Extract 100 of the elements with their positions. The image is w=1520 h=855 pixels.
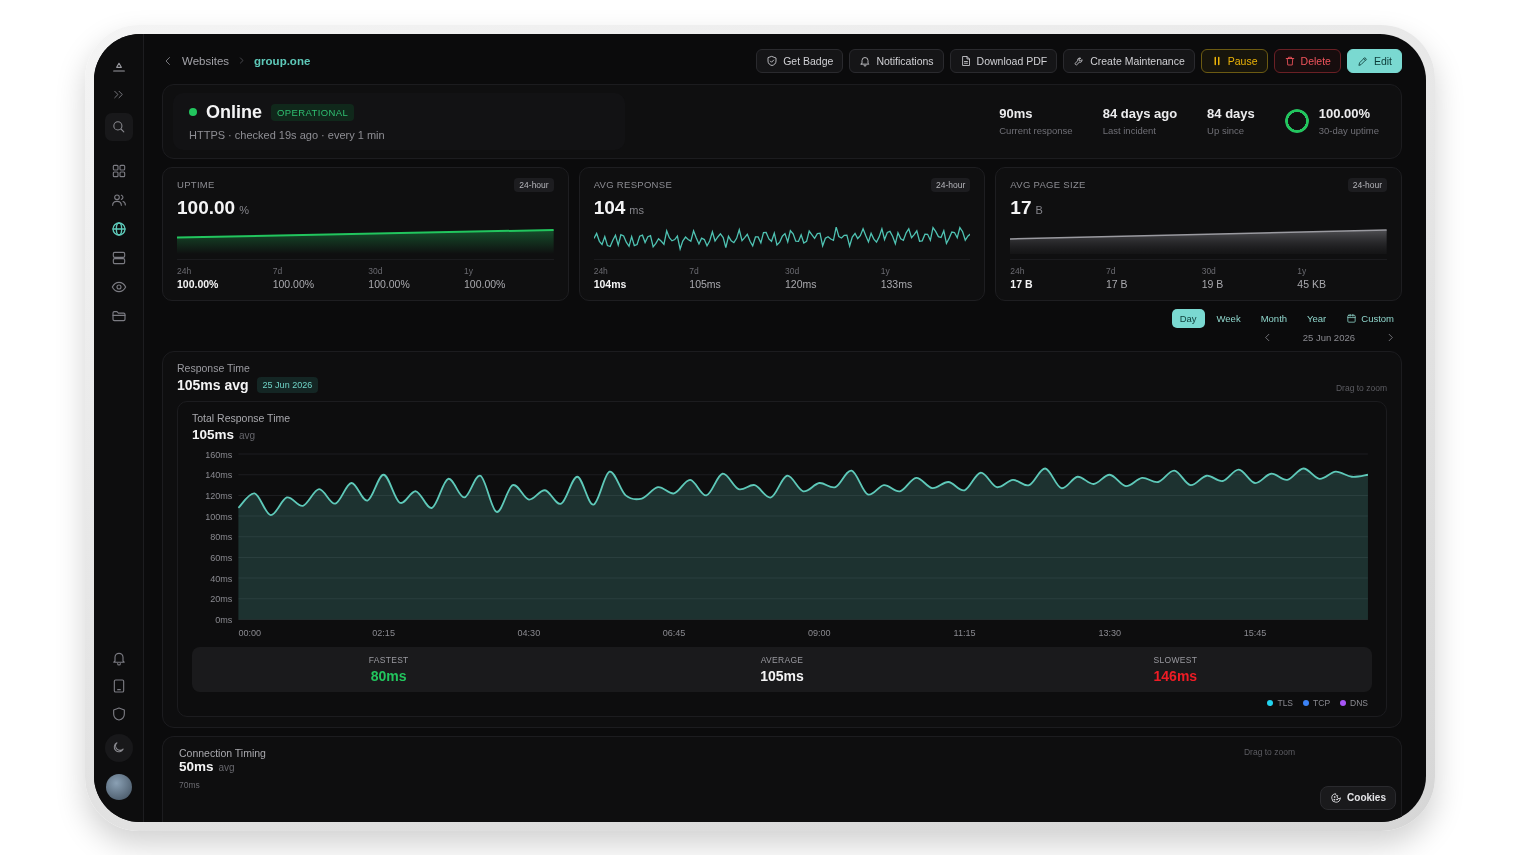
period-label: 30d bbox=[1201, 265, 1217, 276]
card-unit: ms bbox=[629, 203, 645, 216]
period-value: 17 B bbox=[1010, 277, 1034, 290]
range-tab[interactable]: Custom bbox=[1338, 308, 1402, 328]
zoom-hint: Drag to zoom bbox=[1243, 747, 1295, 758]
summary-label: AVERAGE bbox=[760, 655, 804, 666]
range-chip: 24-hour bbox=[1347, 177, 1387, 192]
range-tab[interactable]: Day bbox=[1171, 308, 1205, 328]
period-label: 7d bbox=[272, 265, 284, 276]
toolbar-button[interactable]: Notifications bbox=[849, 48, 944, 73]
summary-label: FASTEST bbox=[368, 655, 409, 666]
axis-label: 40ms bbox=[210, 573, 233, 584]
date-label: 25 Jun 2026 bbox=[1302, 331, 1355, 343]
card-value: 17 bbox=[1010, 196, 1032, 219]
period-label: 1y bbox=[880, 265, 891, 276]
period-label: 1y bbox=[1297, 265, 1308, 276]
period-label: 24h bbox=[177, 265, 193, 276]
period-label: 7d bbox=[689, 265, 700, 276]
legend-label: TCP bbox=[1313, 698, 1331, 709]
period-value: 100.00% bbox=[177, 277, 220, 290]
period-label: 30d bbox=[368, 265, 384, 276]
toolbar-button[interactable]: Get Badge bbox=[756, 48, 844, 73]
chevron-right-icon bbox=[237, 56, 247, 65]
stat-label: 30-day uptime bbox=[1318, 125, 1379, 136]
panel-title: Response Time bbox=[177, 361, 251, 374]
period-label: 30d bbox=[785, 265, 801, 276]
toolbar-button[interactable]: Pause bbox=[1200, 48, 1268, 73]
range-chip: 24-hour bbox=[514, 177, 554, 192]
legend-label: DNS bbox=[1350, 698, 1368, 709]
axis-label: 06:45 bbox=[662, 627, 686, 638]
panel-value: 105ms avg bbox=[177, 376, 249, 393]
cookie-icon bbox=[1330, 791, 1343, 804]
axis-label: 20ms bbox=[210, 593, 233, 604]
globe-icon[interactable] bbox=[110, 220, 127, 237]
avatar[interactable] bbox=[105, 773, 132, 800]
summary-value: 105ms bbox=[760, 668, 804, 685]
axis-label: 140ms bbox=[205, 469, 233, 480]
summary-value: 146ms bbox=[1153, 668, 1198, 685]
trash-icon bbox=[1283, 54, 1296, 67]
users-icon[interactable] bbox=[110, 191, 127, 208]
axis-label: 0ms bbox=[215, 614, 233, 625]
period-label: 1y bbox=[464, 265, 474, 276]
axis-label: 13:30 bbox=[1098, 627, 1122, 638]
axis-label: 04:30 bbox=[517, 627, 541, 638]
period-value: 19 B bbox=[1201, 277, 1225, 290]
axis-label: 120ms bbox=[205, 490, 233, 501]
pencil-icon bbox=[1356, 54, 1369, 67]
axis-label: 11:15 bbox=[953, 627, 976, 638]
axis-label: 15:45 bbox=[1243, 627, 1267, 638]
toolbar-button[interactable]: Download PDF bbox=[949, 48, 1058, 73]
server-icon[interactable] bbox=[110, 249, 127, 266]
range-tab[interactable]: Month bbox=[1252, 308, 1296, 328]
legend-label: TLS bbox=[1277, 698, 1294, 709]
stat-label: Up since bbox=[1207, 125, 1246, 136]
toolbar-button[interactable]: Delete bbox=[1273, 48, 1341, 73]
stat-label: Last incident bbox=[1102, 125, 1157, 136]
period-value: 105ms bbox=[689, 277, 722, 290]
range-tab[interactable]: Year bbox=[1299, 308, 1335, 328]
moon-icon[interactable] bbox=[104, 733, 133, 762]
wrench-icon bbox=[1073, 54, 1086, 67]
shield-icon[interactable] bbox=[110, 705, 127, 722]
uptime-ring-icon bbox=[1284, 109, 1309, 133]
period-value: 104ms bbox=[593, 277, 628, 290]
range-chip: 24-hour bbox=[931, 177, 971, 192]
chart-title: Total Response Time bbox=[192, 411, 291, 424]
toolbar-button[interactable]: Edit bbox=[1346, 48, 1402, 73]
axis-label: 60ms bbox=[210, 552, 233, 563]
panel-title: Connection Timing bbox=[179, 747, 266, 760]
card-title: UPTIME bbox=[177, 179, 215, 190]
grid-icon[interactable] bbox=[110, 162, 127, 179]
calendar-icon bbox=[1346, 312, 1358, 324]
axis-label: 00:00 bbox=[238, 627, 262, 638]
period-value: 100.00% bbox=[272, 277, 316, 290]
status-badge: OPERATIONAL bbox=[271, 103, 355, 121]
breadcrumb-link[interactable]: group.one bbox=[254, 54, 311, 67]
period-value: 100.00% bbox=[464, 277, 507, 290]
cookies-button[interactable]: Cookies bbox=[1320, 785, 1396, 810]
period-value: 100.00% bbox=[368, 277, 411, 290]
card-title: AVG PAGE SIZE bbox=[1010, 179, 1086, 190]
axis-label: 160ms bbox=[205, 449, 233, 460]
status-label: Online bbox=[206, 101, 262, 123]
shield-check-icon bbox=[766, 54, 779, 67]
file-icon bbox=[959, 54, 972, 67]
zoom-hint: Drag to zoom bbox=[1335, 382, 1387, 393]
axis-label: 100ms bbox=[205, 511, 233, 522]
stat-value: 90ms bbox=[999, 106, 1034, 121]
axis-label: 02:15 bbox=[372, 627, 395, 638]
panel-value: 50ms bbox=[179, 759, 214, 775]
card-unit: % bbox=[239, 203, 249, 216]
card-unit: B bbox=[1035, 203, 1043, 216]
search-icon[interactable] bbox=[104, 112, 133, 141]
toolbar-button[interactable]: Create Maintenance bbox=[1063, 48, 1195, 73]
card-title: AVG RESPONSE bbox=[593, 179, 673, 190]
stat-label: Current response bbox=[999, 125, 1073, 136]
breadcrumb-link[interactable]: Websites bbox=[182, 54, 230, 67]
stat-value: 84 days ago bbox=[1102, 106, 1178, 121]
card-value: 100.00 bbox=[177, 196, 236, 219]
range-tab[interactable]: Week bbox=[1208, 308, 1249, 328]
axis-label: 70ms bbox=[179, 780, 200, 791]
period-value: 133ms bbox=[880, 277, 914, 290]
